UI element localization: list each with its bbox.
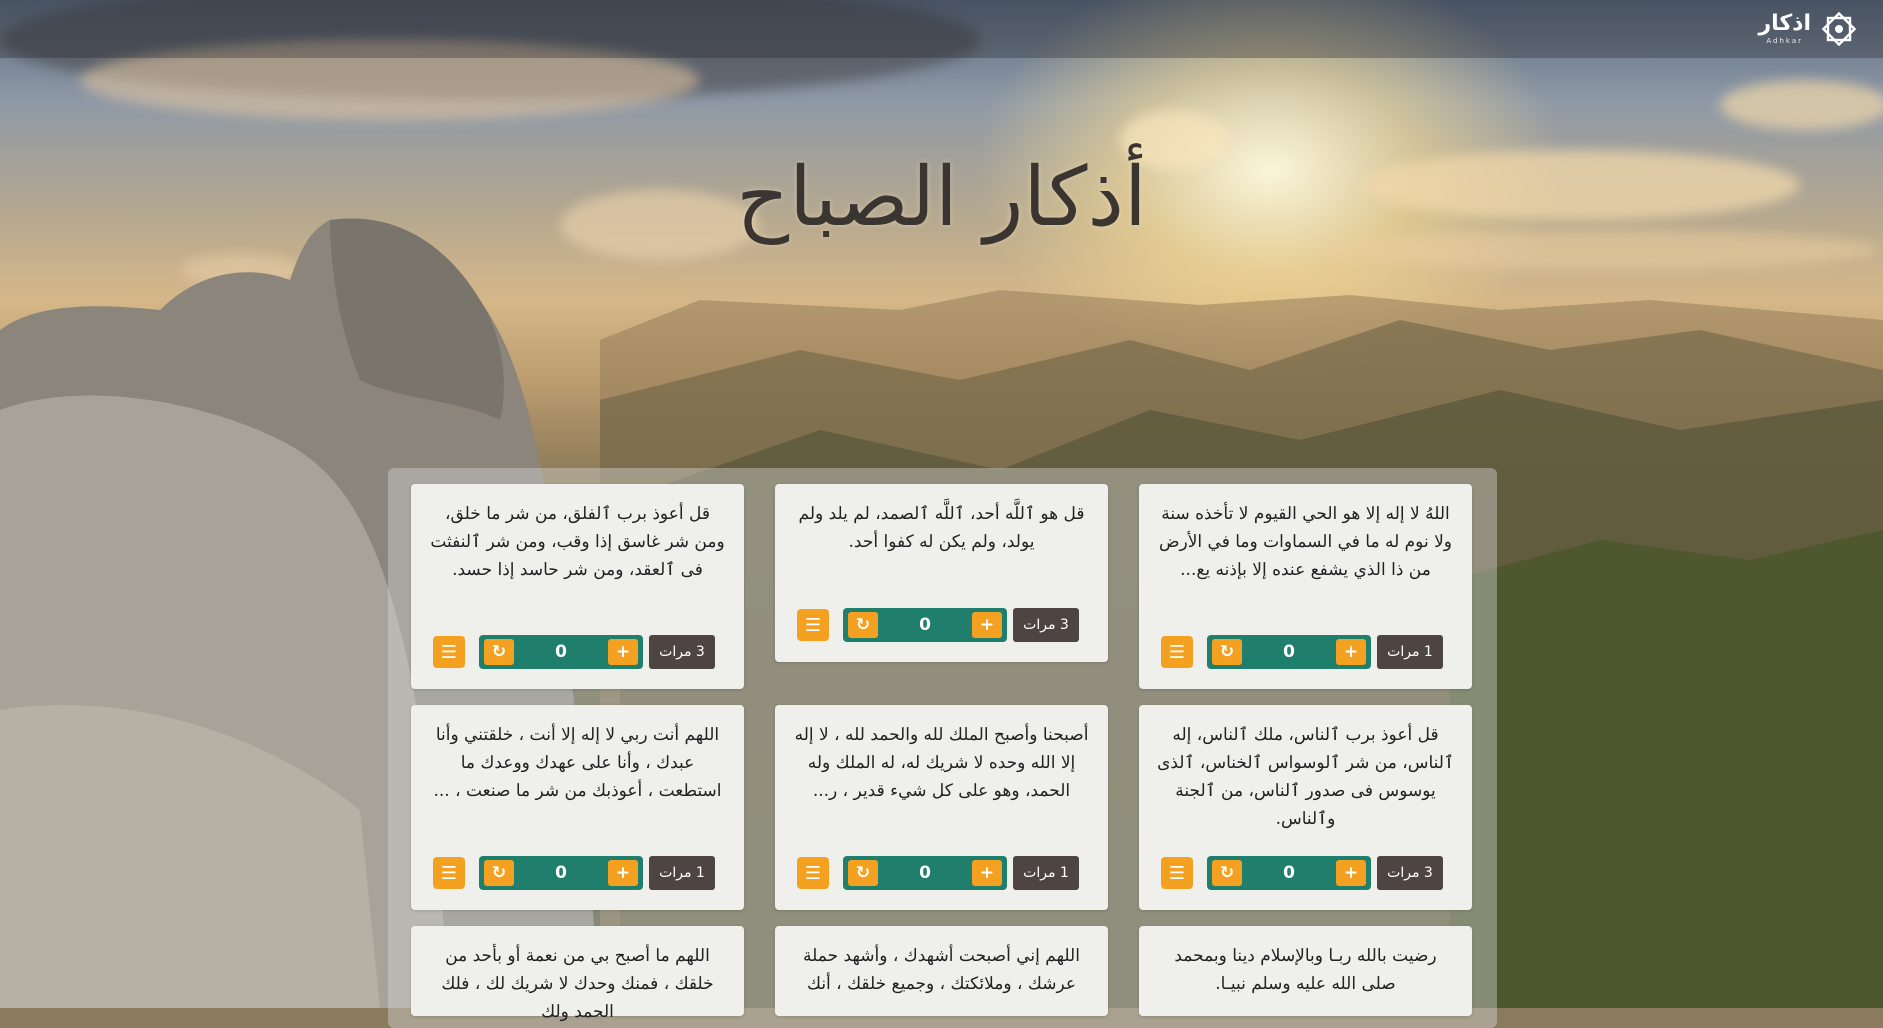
repeat-times-badge: 3 مرات <box>1377 856 1443 890</box>
dhikr-text: اللهم أنت ربي لا إله إلا أنت ، خلقتني وأ… <box>433 725 722 801</box>
top-bar <box>0 0 1883 58</box>
repeat-times-badge: 1 مرات <box>1013 856 1079 890</box>
card-controls: ☰ ↻ 0 + 1 مرات <box>797 856 1079 890</box>
count-value: 0 <box>919 863 931 883</box>
count-value: 0 <box>1283 642 1295 662</box>
book-icon[interactable]: ☰ <box>1161 857 1193 889</box>
page-title: أذكار الصباح <box>736 150 1147 245</box>
counter: ↻ 0 + <box>479 635 643 669</box>
dhikr-card: اللهم إني أصبحت أشهدك ، وأشهد حملة عرشك … <box>775 926 1108 1016</box>
dhikr-text: أصبحنا وأصبح الملك لله والحمد لله ، لا إ… <box>794 725 1089 801</box>
dhikr-text: اللهُ لا إله إلا هو الحي القيوم لا تأخذه… <box>1158 504 1453 580</box>
book-icon[interactable]: ☰ <box>433 857 465 889</box>
star-logo-icon <box>1821 11 1857 47</box>
dhikr-card: قل أعوذ برب ٱلناس، ملك ٱلناس، إله ٱلناس،… <box>1139 705 1472 910</box>
logo-subtitle: Adhkar <box>1766 37 1804 45</box>
dhikr-text: رضيت بالله ربـا وبالإسلام دينا وبمحمد صل… <box>1174 946 1437 994</box>
refresh-icon[interactable]: ↻ <box>1212 860 1242 886</box>
refresh-icon[interactable]: ↻ <box>848 612 878 638</box>
card-controls: ☰ ↻ 0 + 3 مرات <box>797 608 1079 642</box>
dhikr-card: قل هو ٱللَّه أحد، ٱللَّه ٱلصمد، لم يلد و… <box>775 484 1108 662</box>
count-value: 0 <box>555 642 567 662</box>
plus-icon[interactable]: + <box>608 639 638 665</box>
book-icon[interactable]: ☰ <box>1161 636 1193 668</box>
repeat-times-badge: 1 مرات <box>1377 635 1443 669</box>
repeat-times-badge: 3 مرات <box>1013 608 1079 642</box>
logo-text: اذكار <box>1758 11 1811 36</box>
site-logo[interactable]: اذكار Adhkar <box>1758 8 1859 50</box>
dhikr-text: اللهم إني أصبحت أشهدك ، وأشهد حملة عرشك … <box>803 946 1080 994</box>
dhikr-card: أصبحنا وأصبح الملك لله والحمد لله ، لا إ… <box>775 705 1108 910</box>
book-icon[interactable]: ☰ <box>797 857 829 889</box>
plus-icon[interactable]: + <box>1336 639 1366 665</box>
count-value: 0 <box>919 615 931 635</box>
dhikr-text: قل أعوذ برب ٱلفلق، من شر ما خلق، ومن شر … <box>430 504 725 580</box>
dhikr-card: رضيت بالله ربـا وبالإسلام دينا وبمحمد صل… <box>1139 926 1472 1016</box>
repeat-times-badge: 1 مرات <box>649 856 715 890</box>
plus-icon[interactable]: + <box>972 612 1002 638</box>
repeat-times-badge: 3 مرات <box>649 635 715 669</box>
refresh-icon[interactable]: ↻ <box>484 860 514 886</box>
card-controls: ☰ ↻ 0 + 1 مرات <box>433 856 715 890</box>
refresh-icon[interactable]: ↻ <box>848 860 878 886</box>
dhikr-card: قل أعوذ برب ٱلفلق، من شر ما خلق، ومن شر … <box>411 484 744 689</box>
plus-icon[interactable]: + <box>1336 860 1366 886</box>
cloud <box>1720 80 1883 130</box>
plus-icon[interactable]: + <box>972 860 1002 886</box>
counter: ↻ 0 + <box>1207 635 1371 669</box>
dhikr-card: اللهم أنت ربي لا إله إلا أنت ، خلقتني وأ… <box>411 705 744 910</box>
book-icon[interactable]: ☰ <box>433 636 465 668</box>
counter: ↻ 0 + <box>479 856 643 890</box>
counter: ↻ 0 + <box>1207 856 1371 890</box>
card-controls: ☰ ↻ 0 + 3 مرات <box>433 635 715 669</box>
dhikr-text: قل أعوذ برب ٱلناس، ملك ٱلناس، إله ٱلناس،… <box>1157 725 1454 829</box>
dhikr-card: اللهم ما أصبح بي من نعمة أو بأحد من خلقك… <box>411 926 744 1022</box>
card-controls: ☰ ↻ 0 + 1 مرات <box>1161 635 1443 669</box>
count-value: 0 <box>1283 863 1295 883</box>
dhikr-text: اللهم ما أصبح بي من نعمة أو بأحد من خلقك… <box>441 946 714 1022</box>
refresh-icon[interactable]: ↻ <box>484 639 514 665</box>
plus-icon[interactable]: + <box>608 860 638 886</box>
dhikr-text: قل هو ٱللَّه أحد، ٱللَّه ٱلصمد، لم يلد و… <box>798 504 1085 552</box>
refresh-icon[interactable]: ↻ <box>1212 639 1242 665</box>
counter: ↻ 0 + <box>843 856 1007 890</box>
counter: ↻ 0 + <box>843 608 1007 642</box>
count-value: 0 <box>555 863 567 883</box>
book-icon[interactable]: ☰ <box>797 609 829 641</box>
card-controls: ☰ ↻ 0 + 3 مرات <box>1161 856 1443 890</box>
dhikr-card: اللهُ لا إله إلا هو الحي القيوم لا تأخذه… <box>1139 484 1472 689</box>
